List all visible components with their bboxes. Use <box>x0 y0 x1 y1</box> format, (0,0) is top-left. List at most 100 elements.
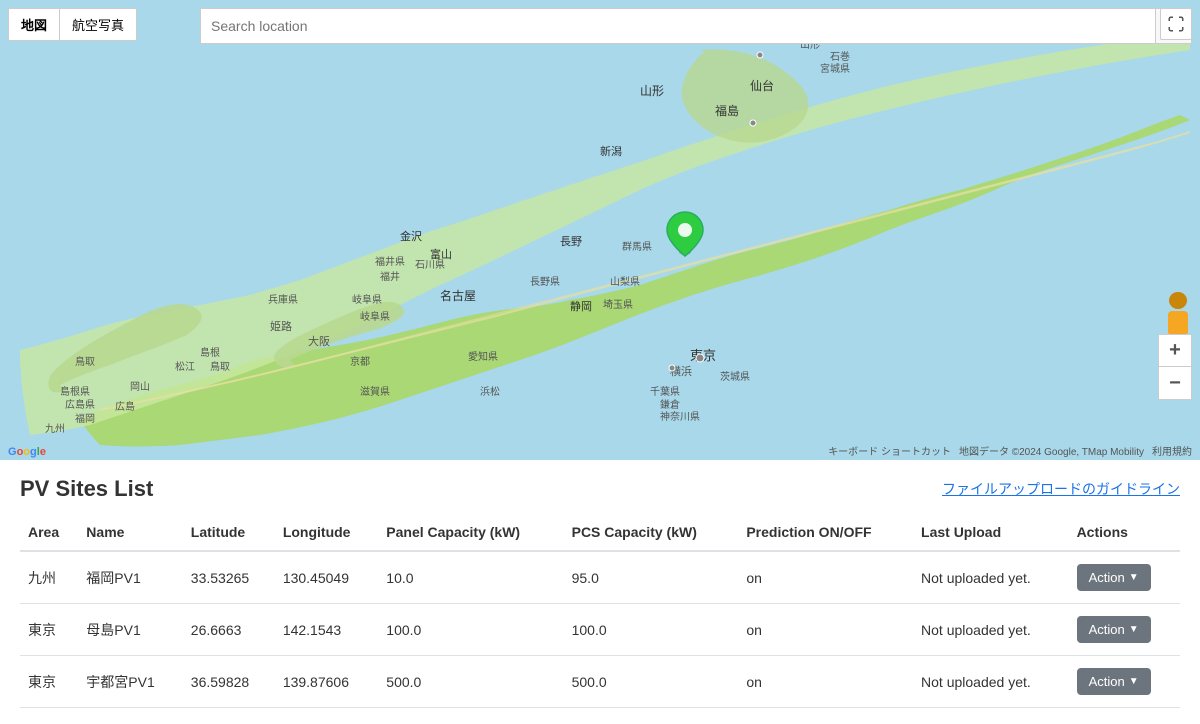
col-longitude: Longitude <box>275 514 378 551</box>
svg-text:広島: 広島 <box>115 400 135 413</box>
svg-text:浜松: 浜松 <box>480 385 500 398</box>
col-last-upload: Last Upload <box>913 514 1069 551</box>
svg-text:岐阜県: 岐阜県 <box>352 293 382 306</box>
svg-text:山梨県: 山梨県 <box>610 275 640 288</box>
cell-longitude-1: 142.1543 <box>275 604 378 656</box>
cell-prediction-1: on <box>738 604 913 656</box>
svg-text:群馬県: 群馬県 <box>622 240 652 253</box>
search-input[interactable] <box>200 8 1156 44</box>
svg-text:福井県: 福井県 <box>375 255 405 268</box>
map-type-buttons: 地図 航空写真 <box>8 8 137 41</box>
svg-text:新潟: 新潟 <box>600 144 622 158</box>
svg-text:鎌倉: 鎌倉 <box>660 398 680 411</box>
svg-text:姫路: 姫路 <box>270 319 292 333</box>
svg-text:長野県: 長野県 <box>530 276 560 288</box>
cell-name-0: 福岡PV1 <box>78 551 182 604</box>
svg-text:福岡: 福岡 <box>75 412 95 425</box>
action-caret-1: ▼ <box>1129 624 1139 635</box>
cell-pcs-capacity-2: 500.0 <box>564 656 739 708</box>
action-caret-2: ▼ <box>1129 676 1139 687</box>
cell-pcs-capacity-1: 100.0 <box>564 604 739 656</box>
terms-text: 利用規約 <box>1152 443 1192 458</box>
pv-sites-section: PV Sites List ファイルアップロードのガイドライン Area Nam… <box>0 460 1200 724</box>
svg-text:石川県: 石川県 <box>415 259 445 271</box>
svg-text:静岡: 静岡 <box>570 299 592 313</box>
cell-actions-0: Action ▼ <box>1069 551 1180 604</box>
svg-text:大阪: 大阪 <box>308 334 330 348</box>
cell-area-2: 東京 <box>20 656 78 708</box>
cell-actions-1: Action ▼ <box>1069 604 1180 656</box>
cell-latitude-2: 36.59828 <box>183 656 275 708</box>
zoom-in-button[interactable]: + <box>1159 335 1191 367</box>
action-button-2[interactable]: Action ▼ <box>1077 668 1151 695</box>
map-type-map-btn[interactable]: 地図 <box>9 9 60 40</box>
table-header-row: PV Sites List ファイルアップロードのガイドライン <box>20 476 1180 502</box>
cell-latitude-1: 26.6663 <box>183 604 275 656</box>
svg-text:山形: 山形 <box>640 84 664 98</box>
svg-text:鳥取: 鳥取 <box>75 355 95 368</box>
cell-longitude-2: 139.87606 <box>275 656 378 708</box>
cell-last-upload-2: Not uploaded yet. <box>913 656 1069 708</box>
cell-prediction-0: on <box>738 551 913 604</box>
svg-text:滋賀県: 滋賀県 <box>360 385 390 398</box>
col-area: Area <box>20 514 78 551</box>
svg-text:宮城県: 宮城県 <box>820 62 850 75</box>
svg-text:神奈川県: 神奈川県 <box>660 410 700 423</box>
action-button-0[interactable]: Action ▼ <box>1077 564 1151 591</box>
cell-last-upload-0: Not uploaded yet. <box>913 551 1069 604</box>
col-name: Name <box>78 514 182 551</box>
upload-guide-link[interactable]: ファイルアップロードのガイドライン <box>942 479 1180 499</box>
svg-text:福島: 福島 <box>715 103 739 118</box>
map-type-aerial-btn[interactable]: 航空写真 <box>60 9 136 40</box>
search-bar <box>200 8 1192 44</box>
svg-text:松江: 松江 <box>175 360 195 373</box>
cell-panel-capacity-1: 100.0 <box>378 604 563 656</box>
table-header: Area Name Latitude Longitude Panel Capac… <box>20 514 1180 551</box>
pegman-button[interactable] <box>1164 292 1192 340</box>
col-panel-capacity: Panel Capacity (kW) <box>378 514 563 551</box>
svg-text:名古屋: 名古屋 <box>440 288 476 303</box>
cell-latitude-0: 33.53265 <box>183 551 275 604</box>
cell-actions-2: Action ▼ <box>1069 656 1180 708</box>
col-pcs-capacity: PCS Capacity (kW) <box>564 514 739 551</box>
fullscreen-button[interactable] <box>1160 8 1192 40</box>
action-caret-0: ▼ <box>1129 572 1139 583</box>
map-container: 東京 横浜 仙台 山形 福島 新潟 富山 金沢 長野 名古屋 静岡 山梨県 大阪… <box>0 0 1200 460</box>
svg-text:仙台: 仙台 <box>750 78 774 93</box>
copyright-text: 地図データ ©2024 Google, TMap Mobility <box>959 443 1144 458</box>
table-row: 九州 福岡PV1 33.53265 130.45049 10.0 95.0 on… <box>20 551 1180 604</box>
svg-text:富山: 富山 <box>430 247 452 261</box>
cell-name-2: 宇都宮PV1 <box>78 656 182 708</box>
svg-text:石巻: 石巻 <box>830 51 850 63</box>
svg-text:島根: 島根 <box>200 346 220 359</box>
cell-pcs-capacity-0: 95.0 <box>564 551 739 604</box>
cell-panel-capacity-0: 10.0 <box>378 551 563 604</box>
fullscreen-icon <box>1167 15 1185 33</box>
table-body: 九州 福岡PV1 33.53265 130.45049 10.0 95.0 on… <box>20 551 1180 708</box>
svg-text:千葉県: 千葉県 <box>650 385 680 398</box>
cell-longitude-0: 130.45049 <box>275 551 378 604</box>
table-title: PV Sites List <box>20 476 153 502</box>
table-row: 東京 宇都宮PV1 36.59828 139.87606 500.0 500.0… <box>20 656 1180 708</box>
cell-area-1: 東京 <box>20 604 78 656</box>
action-button-1[interactable]: Action ▼ <box>1077 616 1151 643</box>
svg-text:茨城県: 茨城県 <box>720 370 750 383</box>
svg-text:島根県: 島根県 <box>60 385 90 398</box>
svg-text:福井: 福井 <box>380 270 400 283</box>
svg-text:九州: 九州 <box>45 423 65 435</box>
svg-text:金沢: 金沢 <box>400 229 422 243</box>
cell-area-0: 九州 <box>20 551 78 604</box>
svg-text:兵庫県: 兵庫県 <box>268 293 298 306</box>
zoom-out-button[interactable]: − <box>1159 367 1191 399</box>
cell-last-upload-1: Not uploaded yet. <box>913 604 1069 656</box>
cell-name-1: 母島PV1 <box>78 604 182 656</box>
column-header-row: Area Name Latitude Longitude Panel Capac… <box>20 514 1180 551</box>
svg-text:岡山: 岡山 <box>130 381 150 393</box>
cell-panel-capacity-2: 500.0 <box>378 656 563 708</box>
svg-text:広島県: 広島県 <box>65 398 95 411</box>
svg-text:京都: 京都 <box>350 355 370 368</box>
table-row: 東京 母島PV1 26.6663 142.1543 100.0 100.0 on… <box>20 604 1180 656</box>
keyboard-shortcut-text: キーボード ショートカット <box>828 443 951 458</box>
svg-text:愛知県: 愛知県 <box>468 350 498 363</box>
map-attribution: キーボード ショートカット 地図データ ©2024 Google, TMap M… <box>828 443 1192 458</box>
